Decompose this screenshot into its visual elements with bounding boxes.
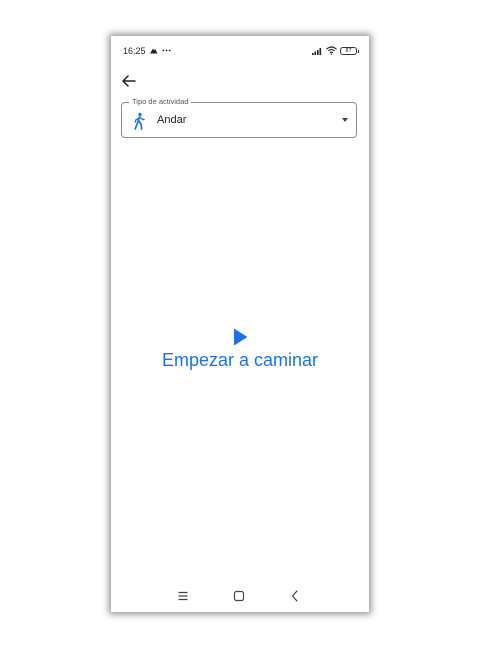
navigation-icon — [150, 48, 158, 53]
start-walking-button[interactable]: Empezar a caminar — [111, 328, 369, 371]
walking-person-icon — [134, 112, 145, 130]
navigation-bar — [111, 580, 369, 612]
activity-type-label: Tipo de actividad — [129, 97, 192, 106]
status-time: 16:25 — [123, 46, 146, 56]
status-right-icons: 87 — [312, 45, 359, 56]
back-chevron-icon[interactable] — [285, 586, 305, 606]
activity-type-value: Andar — [157, 114, 187, 126]
chevron-down-icon — [342, 118, 348, 122]
status-bar: 16:25 87 — [111, 36, 369, 66]
activity-type-select[interactable]: Tipo de actividad Andar — [121, 97, 357, 138]
start-walking-label: Empezar a caminar — [161, 350, 319, 370]
battery-icon: 87 — [340, 46, 359, 55]
home-icon[interactable] — [229, 586, 249, 606]
arrow-back-icon[interactable] — [120, 72, 138, 90]
battery-level: 87 — [345, 47, 352, 54]
play-icon — [234, 328, 248, 346]
menu-icon[interactable] — [173, 586, 193, 606]
more-dots-icon — [162, 49, 171, 51]
phone-screen: 16:25 87 Tipo de actividad Andar Empezar… — [111, 36, 369, 612]
status-left-icons — [149, 45, 171, 55]
signal-icon — [312, 47, 322, 55]
wifi-icon — [326, 46, 337, 55]
